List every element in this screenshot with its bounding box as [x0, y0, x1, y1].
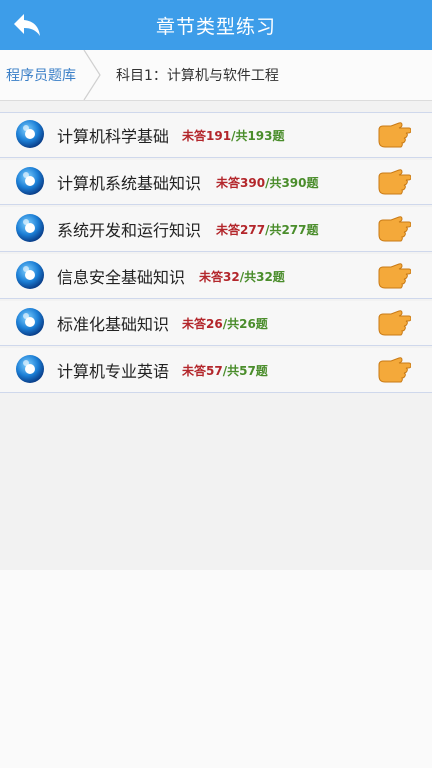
- breadcrumb: 程序员题库 科目1：计算机与软件工程: [0, 50, 432, 101]
- unanswered-count: 未答390: [216, 175, 266, 190]
- blue-orb-icon: [16, 214, 44, 242]
- back-button[interactable]: [8, 8, 46, 42]
- blue-orb-icon: [16, 261, 44, 289]
- total-count: 共277题: [269, 222, 319, 237]
- pointing-hand-icon[interactable]: [377, 261, 411, 291]
- pointing-hand-icon[interactable]: [377, 355, 411, 385]
- chapter-title: 计算机科学基础: [57, 127, 170, 146]
- chapter-list: 计算机科学基础 未答191/共193题 计算机系统基础知识 未答390/共390…: [0, 112, 432, 395]
- chapter-title: 系统开发和运行知识: [57, 221, 202, 240]
- total-count: 共57题: [227, 363, 268, 378]
- total-count: 共26题: [227, 316, 268, 331]
- unanswered-count: 未答26: [182, 316, 223, 331]
- chapter-row-dev-ops[interactable]: 系统开发和运行知识 未答277/共277题: [0, 207, 432, 252]
- breadcrumb-current: 科目1：计算机与软件工程: [116, 68, 279, 84]
- page-title: 章节类型练习: [155, 15, 276, 38]
- pointing-hand-icon[interactable]: [377, 214, 411, 244]
- total-count: 共193题: [235, 128, 285, 143]
- blue-orb-icon: [16, 308, 44, 336]
- total-count: 共32题: [244, 269, 285, 284]
- chapter-row-system-basics[interactable]: 计算机系统基础知识 未答390/共390题: [0, 160, 432, 205]
- unanswered-count: 未答191: [182, 128, 232, 143]
- chapter-stats: 未答191/共193题: [182, 127, 285, 144]
- chapter-title: 标准化基础知识: [57, 315, 170, 334]
- blue-orb-icon: [16, 167, 44, 195]
- chapter-title: 计算机系统基础知识: [57, 174, 202, 193]
- blue-orb-icon: [16, 120, 44, 148]
- unanswered-count: 未答57: [182, 363, 223, 378]
- empty-content-area: [0, 570, 432, 768]
- total-count: 共390题: [269, 175, 319, 190]
- chapter-stats: 未答32/共32题: [199, 268, 285, 285]
- chapter-row-standards[interactable]: 标准化基础知识 未答26/共26题: [0, 301, 432, 346]
- chapter-title: 信息安全基础知识: [57, 268, 186, 287]
- header-bar: 章节类型练习: [0, 0, 432, 50]
- pointing-hand-icon[interactable]: [377, 120, 411, 150]
- chapter-row-english[interactable]: 计算机专业英语 未答57/共57题: [0, 348, 432, 393]
- chapter-stats: 未答277/共277题: [216, 221, 319, 238]
- unanswered-count: 未答32: [199, 269, 240, 284]
- pointing-hand-icon[interactable]: [377, 308, 411, 338]
- chapter-title: 计算机专业英语: [57, 362, 170, 381]
- chapter-stats: 未答57/共57题: [182, 362, 268, 379]
- breadcrumb-separator-icon: [83, 50, 101, 100]
- unanswered-count: 未答277: [216, 222, 266, 237]
- pointing-hand-icon[interactable]: [377, 167, 411, 197]
- chapter-stats: 未答26/共26题: [182, 315, 268, 332]
- blue-orb-icon: [16, 355, 44, 383]
- chapter-row-security[interactable]: 信息安全基础知识 未答32/共32题: [0, 254, 432, 299]
- breadcrumb-root-link[interactable]: 程序员题库: [0, 50, 95, 100]
- chapter-row-cs-basics[interactable]: 计算机科学基础 未答191/共193题: [0, 112, 432, 158]
- chapter-stats: 未答390/共390题: [216, 174, 319, 191]
- back-arrow-icon: [14, 14, 40, 36]
